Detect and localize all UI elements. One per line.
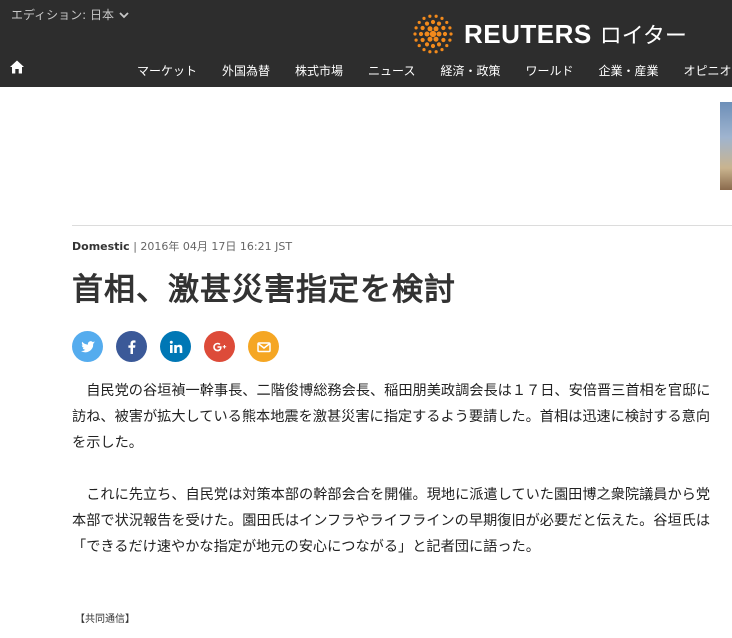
share-buttons	[72, 331, 279, 362]
logo-dot	[414, 38, 418, 42]
logo-dot	[449, 32, 453, 36]
reuters-dot-logo-icon	[413, 14, 453, 54]
article-credit: 【共同通信】	[75, 614, 135, 625]
linkedin-icon	[169, 340, 182, 353]
logo-dot	[436, 42, 442, 47]
nav-item-economy[interactable]: 経済・政策	[440, 62, 500, 79]
nav-item-news[interactable]: ニュース	[368, 62, 415, 79]
logo-dot	[430, 19, 436, 25]
main-nav: マーケット 外国為替 株式市場 ニュース 経済・政策 ワールド 企業・産業 オピ…	[137, 62, 732, 79]
article-paragraph: これに先立ち、自民党は対策本部の幹部会合を開催。現地に派遣していた園田博之衆院議…	[72, 487, 711, 555]
logo-dot	[418, 31, 424, 37]
logo-dot	[427, 26, 433, 32]
logo-dot	[440, 16, 444, 21]
side-thumbnail-image[interactable]	[720, 102, 732, 190]
category-link[interactable]: Domestic	[72, 240, 130, 253]
logo-dot	[424, 31, 430, 37]
logo-dot	[442, 31, 448, 37]
logo-dot	[433, 36, 439, 42]
logo-dot	[413, 32, 417, 36]
brand-name: REUTERS	[464, 18, 592, 49]
top-navigation-bar: エディション: 日本 REUTERS ロイター マーケット 外国為替 株式市場 …	[0, 0, 732, 87]
linkedin-share-button[interactable]	[160, 331, 191, 362]
logo-dot	[434, 14, 438, 18]
nav-item-world[interactable]: ワールド	[525, 62, 573, 79]
edition-selector[interactable]: エディション: 日本	[11, 6, 131, 23]
logo-dot	[417, 20, 421, 25]
twitter-share-button[interactable]	[72, 331, 103, 362]
google-plus-icon	[212, 342, 226, 351]
logo-dot	[427, 36, 433, 42]
edition-label: エディション: 日本	[11, 8, 115, 22]
logo-dot	[424, 42, 430, 47]
article-headline: 首相、激甚災害指定を検討	[72, 272, 456, 308]
logo-dot	[422, 47, 426, 52]
chevron-down-icon	[119, 11, 129, 18]
logo-dot	[448, 38, 452, 42]
reuters-logo[interactable]: REUTERS ロイター	[410, 11, 687, 57]
email-share-button[interactable]	[248, 331, 279, 362]
logo-dot	[445, 20, 449, 25]
logo-dot	[428, 50, 432, 54]
article-paragraph: 自民党の谷垣禎一幹事長、二階俊博総務会長、稲田朋美政調会長は１７日、安倍晋三首相…	[72, 383, 711, 451]
logo-dot	[424, 21, 430, 26]
logo-dot	[434, 50, 438, 54]
facebook-icon	[127, 339, 135, 354]
email-icon	[256, 341, 271, 352]
logo-dot	[448, 26, 452, 30]
divider	[72, 225, 732, 226]
home-icon[interactable]	[9, 59, 25, 75]
twitter-icon	[80, 340, 95, 352]
logo-dot	[430, 43, 436, 49]
nav-item-markets[interactable]: マーケット	[137, 62, 197, 79]
logo-dot	[436, 31, 442, 37]
nav-item-business[interactable]: 企業・産業	[598, 62, 658, 79]
facebook-share-button[interactable]	[116, 331, 147, 362]
logo-dot	[428, 14, 432, 18]
nav-item-opinion[interactable]: オピニオン	[684, 62, 732, 79]
logo-dot	[433, 26, 439, 32]
article-body: 自民党の谷垣禎一幹事長、二階俊博総務会長、稲田朋美政調会長は１７日、安倍晋三首相…	[72, 378, 722, 586]
google-plus-share-button[interactable]	[204, 331, 235, 362]
brand-name-japanese: ロイター	[599, 24, 687, 49]
logo-dot	[441, 25, 446, 31]
logo-dot	[417, 43, 421, 48]
logo-dot	[436, 21, 442, 26]
logo-dot	[420, 25, 425, 31]
nav-item-stocks[interactable]: 株式市場	[295, 62, 343, 79]
logo-dot	[441, 37, 446, 43]
nav-item-forex[interactable]: 外国為替	[222, 62, 270, 79]
logo-dot	[429, 30, 437, 38]
timestamp: | 2016年 04月 17日 16:21 JST	[133, 240, 293, 253]
logo-dot	[422, 16, 426, 21]
logo-dot	[414, 26, 418, 30]
article-meta: Domestic | 2016年 04月 17日 16:21 JST	[72, 238, 292, 254]
logo-dot	[445, 43, 449, 48]
logo-dot	[440, 47, 444, 52]
logo-dot	[420, 37, 425, 43]
